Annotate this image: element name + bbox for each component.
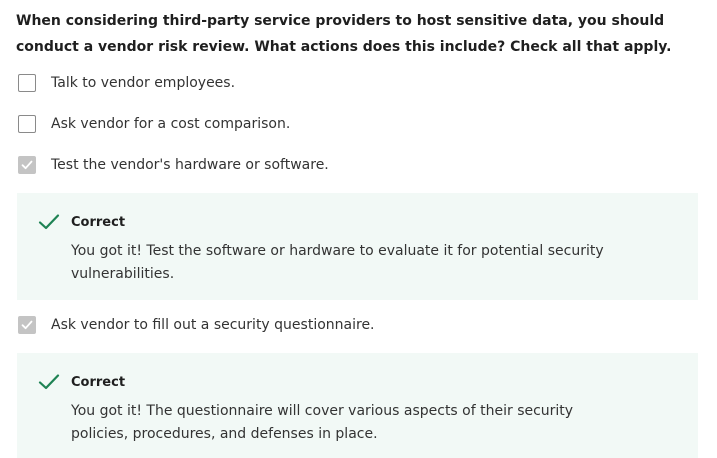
option-label: Test the vendor's hardware or software. [51,157,329,173]
option-talk-to-vendor-employees[interactable]: Talk to vendor employees. [18,72,235,94]
checkmark-icon [21,160,33,170]
feedback-text: You got it! The questionnaire will cover… [71,403,574,442]
question-text: When considering third-party service pro… [16,13,672,55]
feedback-title: Correct [71,215,126,230]
checkbox-unchecked[interactable] [18,115,36,133]
option-label: Talk to vendor employees. [51,75,236,91]
feedback-correct: Correct You got it! Test the software or… [17,193,698,300]
option-label: Ask vendor to fill out a security questi… [51,317,375,333]
checkbox-checked[interactable] [18,156,36,174]
check-icon [38,374,60,390]
option-label: Ask vendor for a cost comparison. [51,116,291,132]
feedback-text: You got it! Test the software or hardwar… [71,243,604,282]
option-cost-comparison[interactable]: Ask vendor for a cost comparison. [18,113,290,135]
option-test-hardware-software[interactable]: Test the vendor's hardware or software. [18,154,329,176]
check-icon [38,214,60,230]
option-security-questionnaire[interactable]: Ask vendor to fill out a security questi… [18,314,375,336]
checkmark-icon [21,320,33,330]
checkbox-checked[interactable] [18,316,36,334]
checkbox-unchecked[interactable] [18,74,36,92]
feedback-correct: Correct You got it! The questionnaire wi… [17,353,698,458]
feedback-title: Correct [71,375,126,390]
